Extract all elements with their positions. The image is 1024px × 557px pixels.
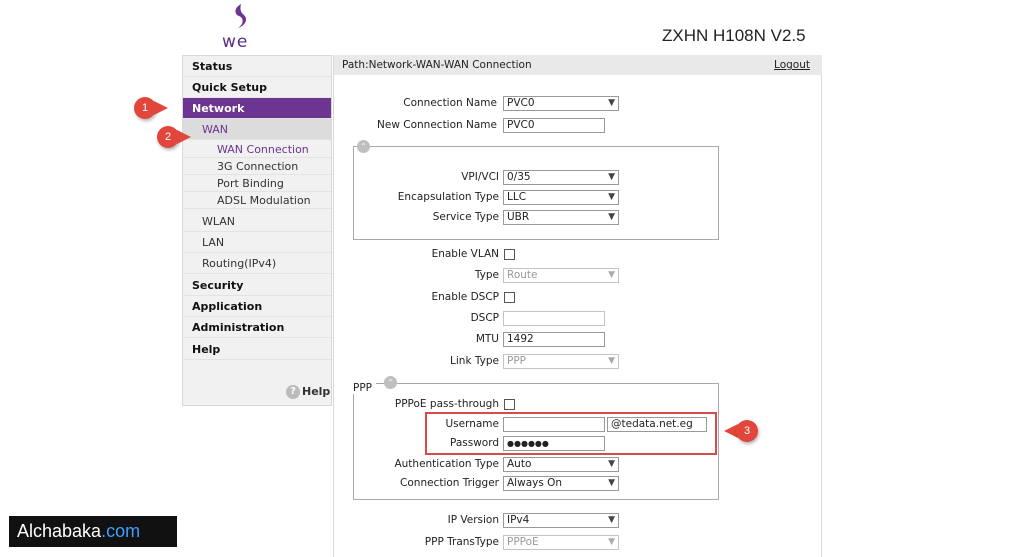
step-marker-1: 1: [134, 97, 184, 119]
sidebar-item-status[interactable]: Status: [183, 56, 331, 77]
link-type-select[interactable]: PPP ▼: [503, 354, 619, 369]
enable-dscp-label: Enable DSCP: [431, 291, 499, 303]
connection-name-value: PVC0: [507, 97, 535, 109]
mtu-label: MTU: [475, 333, 499, 345]
model-name: ZXHN H108N V2.5: [662, 26, 806, 45]
chevron-down-icon: ▼: [608, 98, 615, 108]
sidebar-item-wlan[interactable]: WLAN: [183, 211, 331, 232]
type-select[interactable]: Route ▼: [503, 268, 619, 283]
watermark-domain: .com: [101, 521, 141, 541]
new-connection-name-label: New Connection Name: [377, 119, 497, 131]
chevron-down-icon: ▼: [608, 537, 615, 547]
connection-name-label: Connection Name: [403, 97, 497, 109]
sidebar-item-port-binding[interactable]: Port Binding: [183, 175, 331, 192]
auth-type-label: Authentication Type: [394, 458, 499, 470]
collapse-icon[interactable]: ⌃: [384, 376, 397, 389]
ip-version-label: IP Version: [447, 514, 499, 526]
ppp-transtype-select[interactable]: PPPoE ▼: [503, 535, 619, 550]
breadcrumb-text: Path:Network-WAN-WAN Connection: [342, 59, 532, 71]
step-number: 2: [157, 126, 179, 148]
sidebar-item-routing[interactable]: Routing(IPv4): [183, 253, 331, 274]
enable-vlan-checkbox[interactable]: [504, 249, 515, 260]
help-icon: ?: [286, 385, 300, 399]
sidebar-item-network[interactable]: Network: [183, 98, 331, 119]
chevron-down-icon: ▼: [608, 459, 615, 469]
marker-arrow-icon: [154, 101, 168, 115]
dscp-input[interactable]: [503, 311, 605, 326]
sidebar-item-3g-connection[interactable]: 3G Connection: [183, 158, 331, 175]
chevron-down-icon: ▼: [608, 478, 615, 488]
chevron-down-icon: ▼: [608, 192, 615, 202]
enable-dscp-checkbox[interactable]: [504, 292, 515, 303]
step-number: 1: [134, 97, 156, 119]
chevron-down-icon: ▼: [608, 212, 615, 222]
help-link-label: Help: [302, 385, 331, 398]
breadcrumb: Path:Network-WAN-WAN Connection Logout: [334, 55, 822, 75]
connection-name-select[interactable]: PVC0 ▼: [503, 96, 619, 111]
auth-type-value: Auto: [507, 458, 532, 470]
main-content: Path:Network-WAN-WAN Connection Logout C…: [333, 55, 822, 557]
sidebar: Status Quick Setup Network WAN WAN Conne…: [182, 55, 332, 406]
auth-type-select[interactable]: Auto ▼: [503, 457, 619, 472]
pppoe-passthrough-label: PPPoE pass-through: [394, 398, 499, 410]
sidebar-item-adsl-modulation[interactable]: ADSL Modulation: [183, 192, 331, 209]
encapsulation-value: LLC: [507, 191, 527, 203]
sidebar-item-lan[interactable]: LAN: [183, 232, 331, 253]
chevron-down-icon: ▼: [608, 515, 615, 525]
ppp-group-title: PPP: [353, 382, 376, 394]
vpi-vci-value: 0/35: [507, 171, 531, 183]
collapse-icon[interactable]: ⌃: [357, 140, 370, 153]
credentials-highlight: [425, 412, 717, 455]
vpi-vci-label: VPI/VCI: [461, 171, 499, 183]
type-value: Route: [507, 269, 538, 281]
ppp-transtype-label: PPP TransType: [424, 536, 499, 548]
connection-trigger-select[interactable]: Always On ▼: [503, 476, 619, 491]
step-number: 3: [736, 420, 758, 442]
logout-link[interactable]: Logout: [774, 55, 810, 75]
enable-vlan-label: Enable VLAN: [431, 248, 499, 260]
link-type-value: PPP: [507, 355, 526, 367]
ip-version-value: IPv4: [507, 514, 530, 526]
sidebar-item-application[interactable]: Application: [183, 296, 331, 317]
link-type-label: Link Type: [450, 355, 499, 367]
connection-trigger-label: Connection Trigger: [400, 477, 499, 489]
help-link[interactable]: ? Help: [286, 385, 330, 399]
mtu-input[interactable]: 1492: [503, 332, 605, 347]
encapsulation-label: Encapsulation Type: [397, 191, 499, 203]
sidebar-item-quick-setup[interactable]: Quick Setup: [183, 77, 331, 98]
service-type-label: Service Type: [432, 211, 499, 223]
watermark-name: Alchabaka: [17, 521, 102, 541]
new-connection-name-input[interactable]: PVC0: [503, 118, 605, 133]
step-marker-3: 3: [724, 420, 770, 442]
service-type-value: UBR: [507, 211, 530, 223]
ip-version-select[interactable]: IPv4 ▼: [503, 513, 619, 528]
watermark-badge: Alchabaka.com: [9, 516, 177, 547]
vpi-vci-select[interactable]: 0/35 ▼: [503, 170, 619, 185]
router-admin-page: we ZXHN H108N V2.5 Status Quick Setup Ne…: [0, 0, 1024, 557]
dscp-label: DSCP: [470, 312, 499, 324]
type-label: Type: [474, 269, 499, 281]
step-marker-2: 2: [157, 126, 207, 148]
sidebar-item-help[interactable]: Help: [183, 339, 331, 360]
connection-trigger-value: Always On: [507, 477, 563, 489]
marker-arrow-icon: [177, 130, 191, 144]
service-type-select[interactable]: UBR ▼: [503, 210, 619, 225]
logo-text: we: [222, 32, 249, 52]
chevron-down-icon: ▼: [608, 172, 615, 182]
sidebar-item-security[interactable]: Security: [183, 275, 331, 296]
ppp-transtype-value: PPPoE: [507, 536, 539, 548]
pppoe-passthrough-checkbox[interactable]: [504, 399, 515, 410]
encapsulation-select[interactable]: LLC ▼: [503, 190, 619, 205]
chevron-down-icon: ▼: [608, 270, 615, 280]
sidebar-item-administration[interactable]: Administration: [183, 317, 331, 338]
chevron-down-icon: ▼: [608, 356, 615, 366]
